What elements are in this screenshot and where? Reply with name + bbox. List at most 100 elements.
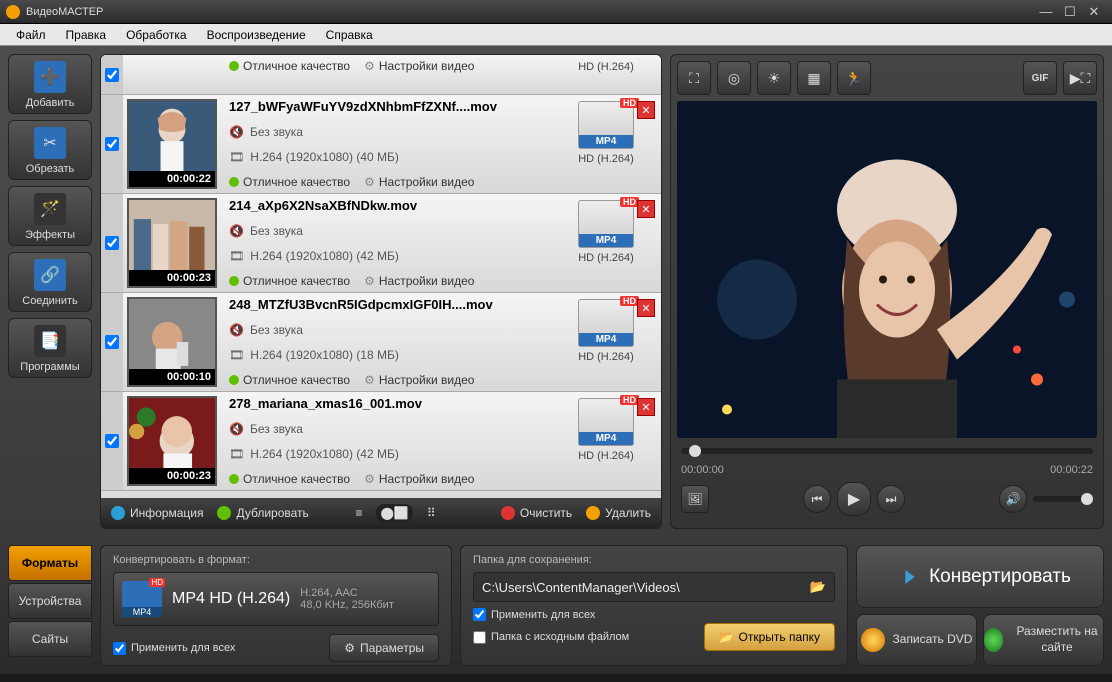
output-format-badge[interactable]: HDMP4 [578, 200, 634, 248]
params-button[interactable]: ⚙Параметры [329, 634, 439, 662]
fullscreen-icon[interactable]: ▶⛶ [1063, 61, 1097, 95]
delete-button[interactable]: Удалить [586, 506, 651, 520]
menu-edit[interactable]: Правка [56, 25, 117, 45]
sidebar-cut-button[interactable]: ✂Обрезать [8, 120, 92, 180]
video-settings-link[interactable]: ⚙Настройки видео [364, 59, 474, 73]
upload-button[interactable]: Разместить на сайте [983, 614, 1104, 666]
browse-folder-icon[interactable]: 📂 [810, 579, 826, 595]
gif-button[interactable]: GIF [1023, 61, 1057, 95]
file-info: Отличное качество ⚙Настройки видео [221, 55, 551, 94]
format-selector[interactable]: HD MP4 MP4 HD (H.264) H.264, AAC 48,0 KH… [113, 572, 439, 626]
timeline[interactable] [677, 442, 1097, 460]
sidebar-label: Соединить [22, 295, 78, 307]
duplicate-button[interactable]: Дублировать [217, 506, 308, 520]
output-panel-head: Папка для сохранения: [473, 554, 835, 566]
file-row[interactable]: 00:00:23 278_mariana_xmas16_001.mov 🔇Без… [101, 392, 661, 491]
clear-button[interactable]: Очистить [501, 506, 572, 520]
source-folder-check[interactable]: Папка с исходным файлом [473, 631, 629, 644]
speed-icon[interactable]: 🏃 [837, 61, 871, 95]
output-format-badge[interactable]: HDMP4 [578, 299, 634, 347]
play-button[interactable]: ▶ [837, 482, 871, 516]
view-toggle[interactable]: ⬤⬜ [376, 504, 412, 522]
file-checkbox[interactable] [101, 293, 123, 391]
format-audio: 48,0 KHz, 256Кбит [300, 599, 394, 611]
view-grid-icon[interactable]: ⠿ [427, 506, 436, 520]
file-info: 127_bWFyaWFuYV9zdXNhbmFfZXNf....mov 🔇Без… [221, 95, 551, 193]
menu-process[interactable]: Обработка [116, 25, 197, 45]
file-checkbox[interactable] [101, 95, 123, 193]
video-settings-link[interactable]: ⚙Настройки видео [364, 472, 474, 486]
file-row[interactable]: 00:00:10 248_MTZfU3BvcnR5IGdpcmxIGF0IH..… [101, 293, 661, 392]
menu-help[interactable]: Справка [316, 25, 383, 45]
remove-file-button[interactable]: ✕ [637, 299, 655, 317]
menu-file[interactable]: Файл [6, 25, 56, 45]
file-format: 🎞H.264 (1920x1080) (42 МБ) [229, 447, 543, 461]
file-thumbnail[interactable]: 00:00:10 [127, 297, 217, 387]
timeline-knob[interactable] [689, 445, 701, 457]
sidebar-join-button[interactable]: 🔗Соединить [8, 252, 92, 312]
video-preview[interactable] [677, 101, 1097, 438]
time-current: 00:00:00 [681, 464, 724, 476]
file-thumbnail[interactable]: 00:00:23 [127, 396, 217, 486]
close-button[interactable]: ✕ [1082, 4, 1106, 20]
sidebar: ➕Добавить ✂Обрезать 🪄Эффекты 🔗Соединить … [8, 54, 92, 529]
apply-all-output-check[interactable]: Применить для всех [473, 608, 595, 621]
quality-indicator[interactable]: Отличное качество [229, 274, 350, 288]
prev-button[interactable]: ⏮ [803, 485, 831, 513]
next-button[interactable]: ⏭ [877, 485, 905, 513]
crop-icon[interactable]: ⛶ [677, 61, 711, 95]
menu-playback[interactable]: Воспроизведение [197, 25, 316, 45]
file-row[interactable]: 00:00:07 Отличное качество ⚙Настройки ви… [101, 55, 661, 95]
folder-icon: 📂 [719, 630, 734, 644]
app-logo-icon [6, 5, 20, 19]
view-list-icon[interactable]: ≡ [355, 506, 362, 520]
output-format-badge[interactable]: HDMP4 [578, 398, 634, 446]
gear-icon: ⚙ [364, 373, 375, 387]
output-path-field[interactable]: C:\Users\ContentManager\Videos\ 📂 [473, 572, 835, 602]
open-folder-button[interactable]: 📂Открыть папку [704, 623, 835, 651]
video-settings-link[interactable]: ⚙Настройки видео [364, 373, 474, 387]
quality-indicator[interactable]: Отличное качество [229, 373, 350, 387]
file-checkbox[interactable] [101, 194, 123, 292]
tab-formats[interactable]: Форматы [8, 545, 92, 581]
quality-indicator[interactable]: Отличное качество [229, 472, 350, 486]
file-checkbox[interactable] [101, 392, 123, 490]
quality-indicator[interactable]: Отличное качество [229, 175, 350, 189]
file-thumbnail[interactable]: 00:00:23 [127, 198, 217, 288]
tab-devices[interactable]: Устройства [8, 583, 92, 619]
file-checkbox[interactable] [101, 55, 123, 94]
format-name: MP4 HD (H.264) [172, 590, 290, 608]
status-dot-icon [229, 474, 239, 484]
sidebar-programs-button[interactable]: 📑Программы [8, 318, 92, 378]
sidebar-effects-button[interactable]: 🪄Эффекты [8, 186, 92, 246]
file-thumbnail[interactable]: 00:00:22 [127, 99, 217, 189]
convert-button[interactable]: Конвертировать [856, 545, 1104, 608]
apply-all-format-check[interactable]: Применить для всех [113, 642, 235, 655]
sidebar-add-button[interactable]: ➕Добавить [8, 54, 92, 114]
file-audio: 🔇Без звука [229, 422, 543, 436]
video-settings-link[interactable]: ⚙Настройки видео [364, 274, 474, 288]
volume-button[interactable]: 🔊 [999, 485, 1027, 513]
frame-icon[interactable]: ▦ [797, 61, 831, 95]
tab-sites[interactable]: Сайты [8, 621, 92, 657]
quality-indicator[interactable]: Отличное качество [229, 59, 350, 73]
burn-dvd-button[interactable]: Записать DVD [856, 614, 977, 666]
remove-file-button[interactable]: ✕ [637, 200, 655, 218]
file-row[interactable]: 00:00:22 127_bWFyaWFuYV9zdXNhbmFfZXNf...… [101, 95, 661, 194]
minimize-button[interactable]: — [1034, 4, 1058, 19]
enhance-icon[interactable]: ◎ [717, 61, 751, 95]
remove-file-button[interactable]: ✕ [637, 101, 655, 119]
remove-file-button[interactable]: ✕ [637, 398, 655, 416]
volume-slider[interactable] [1033, 496, 1093, 502]
info-button[interactable]: Информация [111, 506, 203, 520]
maximize-button[interactable]: ☐ [1058, 4, 1082, 20]
snapshot-button[interactable]: 🖼 [681, 485, 709, 513]
output-format-badge[interactable]: HDMP4 [578, 101, 634, 149]
brightness-icon[interactable]: ☀ [757, 61, 791, 95]
timeline-track[interactable] [681, 448, 1093, 454]
filelist[interactable]: 00:00:07 Отличное качество ⚙Настройки ви… [101, 55, 661, 498]
wand-icon: 🪄 [34, 193, 66, 225]
video-settings-link[interactable]: ⚙Настройки видео [364, 175, 474, 189]
file-row[interactable]: 00:00:23 214_aXp6X2NsaXBfNDkw.mov 🔇Без з… [101, 194, 661, 293]
volume-knob[interactable] [1081, 493, 1093, 505]
